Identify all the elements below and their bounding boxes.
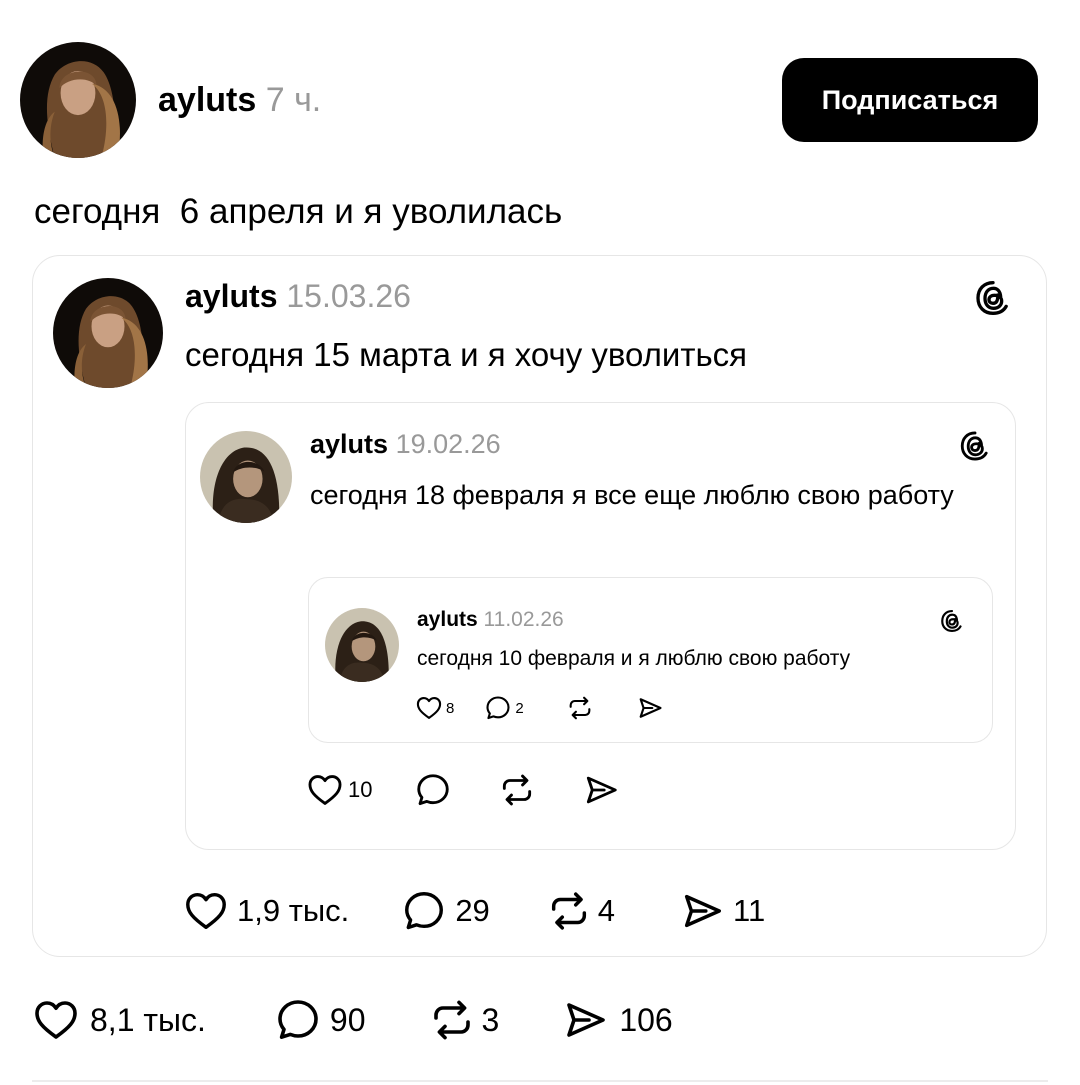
username[interactable]: ayluts <box>158 81 256 119</box>
deep-quoted-post[interactable]: ayluts 11.02.26 сегодня 10 февраля и я л… <box>308 577 993 743</box>
nested-username[interactable]: ayluts <box>310 429 388 459</box>
comment-bubble-icon <box>484 694 512 722</box>
avatar-image <box>325 608 399 682</box>
repost-count: 4 <box>597 893 616 928</box>
like-button[interactable]: 10 <box>306 771 372 809</box>
send-icon <box>636 694 664 722</box>
repost-icon <box>428 996 476 1044</box>
like-count: 10 <box>348 777 373 802</box>
comment-count: 90 <box>329 1001 366 1038</box>
share-button[interactable] <box>582 771 620 809</box>
quoted-actions: 1,9 тыс. 29 4 11 <box>183 888 765 934</box>
post-time: 7 ч. <box>265 81 322 119</box>
share-button[interactable]: 11 <box>679 888 765 934</box>
repost-count: 3 <box>481 1001 500 1038</box>
nested-meta: ayluts 19.02.26 <box>310 427 501 461</box>
share-count: 11 <box>733 893 766 928</box>
send-icon <box>582 771 620 809</box>
divider <box>32 1080 1048 1082</box>
nested-actions: 10 <box>306 771 620 809</box>
like-button[interactable]: 8,1 тыс. <box>32 996 206 1044</box>
comment-button[interactable]: 2 <box>484 694 524 722</box>
send-icon <box>561 996 609 1044</box>
avatar-image <box>20 42 136 158</box>
avatar-image <box>200 431 292 523</box>
quoted-author-avatar[interactable] <box>53 278 163 388</box>
deep-actions: 8 2 <box>415 694 664 722</box>
repost-icon <box>566 694 594 722</box>
threads-logo-icon <box>973 278 1013 318</box>
quoted-username[interactable]: ayluts <box>185 278 277 314</box>
nested-quoted-post[interactable]: ayluts 19.02.26 сегодня 18 февраля я все… <box>185 402 1016 850</box>
deep-text: сегодня 10 февраля и я люблю свою работу <box>417 647 851 670</box>
nested-date: 19.02.26 <box>395 429 501 459</box>
repost-button[interactable]: 4 <box>546 888 615 934</box>
repost-button[interactable] <box>498 771 536 809</box>
nested-author-avatar[interactable] <box>200 431 292 523</box>
comment-bubble-icon <box>401 888 447 934</box>
comment-bubble-icon <box>414 771 452 809</box>
like-count: 8,1 тыс. <box>90 1001 206 1038</box>
repost-button[interactable] <box>566 694 594 722</box>
heart-icon <box>183 888 229 934</box>
repost-icon <box>546 888 592 934</box>
deep-meta: ayluts 11.02.26 <box>417 606 564 634</box>
like-count: 8 <box>446 699 455 717</box>
repost-icon <box>498 771 536 809</box>
like-count: 1,9 тыс. <box>237 893 350 928</box>
author-avatar[interactable] <box>20 42 136 158</box>
threads-logo-icon <box>939 608 965 634</box>
deep-author-avatar[interactable] <box>325 608 399 682</box>
post-text: сегодня 6 апреля и я уволилась <box>34 192 563 231</box>
threads-logo-icon <box>958 429 992 463</box>
send-icon <box>679 888 725 934</box>
comment-button[interactable]: 90 <box>274 996 366 1044</box>
like-button[interactable]: 8 <box>415 694 454 722</box>
share-button[interactable] <box>636 694 664 722</box>
follow-button[interactable]: Подписаться <box>782 58 1038 142</box>
like-button[interactable]: 1,9 тыс. <box>183 888 349 934</box>
comment-count: 2 <box>515 699 524 717</box>
avatar-image <box>53 278 163 388</box>
quoted-post[interactable]: ayluts 15.03.26 сегодня 15 марта и я хоч… <box>32 255 1047 957</box>
heart-icon <box>306 771 344 809</box>
heart-icon <box>32 996 80 1044</box>
share-count: 106 <box>619 1001 673 1038</box>
comment-bubble-icon <box>274 996 322 1044</box>
quoted-meta: ayluts 15.03.26 <box>185 276 411 316</box>
post-actions: 8,1 тыс. 90 3 106 <box>32 996 673 1044</box>
nested-text: сегодня 18 февраля я все еще люблю свою … <box>310 480 954 510</box>
share-button[interactable]: 106 <box>561 996 673 1044</box>
quoted-text: сегодня 15 марта и я хочу уволиться <box>185 336 748 373</box>
comment-count: 29 <box>455 893 490 928</box>
comment-button[interactable]: 29 <box>401 888 490 934</box>
repost-button[interactable]: 3 <box>428 996 500 1044</box>
quoted-date: 15.03.26 <box>286 278 411 314</box>
deep-username[interactable]: ayluts <box>417 608 478 631</box>
deep-date: 11.02.26 <box>483 608 564 631</box>
post-meta: ayluts 7 ч. <box>158 80 321 120</box>
comment-button[interactable] <box>414 771 452 809</box>
heart-icon <box>415 694 443 722</box>
